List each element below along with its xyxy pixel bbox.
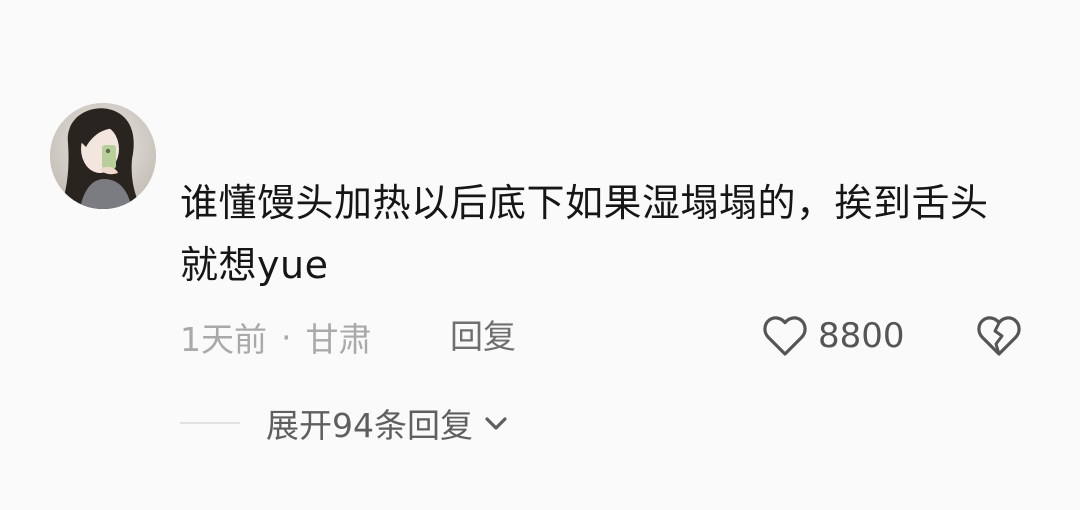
broken-heart-icon — [977, 316, 1021, 356]
expand-replies-label: 展开94条回复 — [266, 406, 473, 445]
comment-meta: 1天前 · 甘肃 — [180, 312, 372, 362]
divider-line — [180, 422, 240, 424]
chevron-down-icon — [485, 417, 507, 430]
like-button[interactable]: 8800 — [762, 311, 905, 361]
comment-location: 甘肃 — [305, 320, 372, 359]
reply-button[interactable]: 回复 — [450, 312, 516, 362]
heart-outline-icon — [763, 316, 807, 356]
user-avatar[interactable] — [50, 103, 156, 209]
expand-replies-button[interactable]: 展开94条回复 — [266, 399, 511, 447]
comment-item: 谁懂馒头加热以后底下如果湿塌塌的，挨到舌头就想yue 1天前 · 甘肃 回复 8… — [0, 0, 1080, 510]
comment-text: 谁懂馒头加热以后底下如果湿塌塌的，挨到舌头就想yue — [180, 181, 989, 287]
meta-separator: · — [281, 317, 292, 357]
avatar-photo-icon — [50, 103, 156, 209]
like-count: 8800 — [818, 316, 905, 356]
dislike-button[interactable] — [975, 311, 1023, 361]
comment-time: 1天前 — [180, 320, 267, 359]
expand-replies-row: 展开94条回复 — [180, 398, 511, 448]
